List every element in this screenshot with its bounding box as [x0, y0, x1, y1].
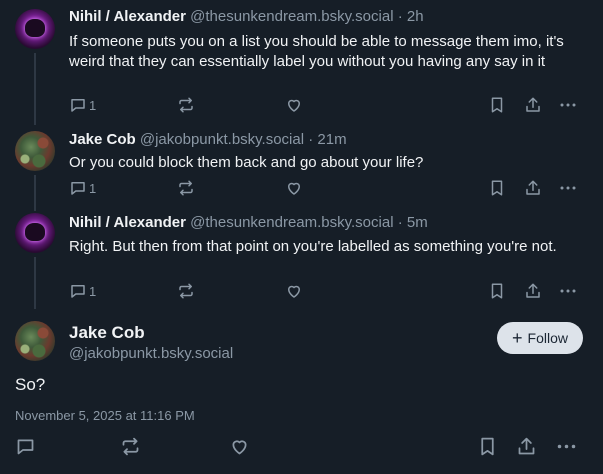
- reply-button[interactable]: 1: [69, 282, 96, 300]
- bookmark-icon: [491, 180, 503, 196]
- bookmark-icon: [481, 437, 494, 456]
- repost-icon: [179, 97, 193, 113]
- avatar[interactable]: [15, 213, 55, 253]
- bookmark-icon: [491, 283, 503, 299]
- like-button[interactable]: [285, 96, 303, 114]
- thread-line: [34, 53, 36, 125]
- bookmark-icon: [491, 97, 503, 113]
- repost-button[interactable]: [177, 96, 195, 114]
- author-name[interactable]: Nihil / Alexander: [69, 8, 186, 25]
- post-time[interactable]: · 2h: [398, 8, 424, 25]
- more-icon: [557, 444, 576, 449]
- author-name[interactable]: Nihil / Alexander: [69, 214, 186, 231]
- post-header: Jake Cob @jakobpunkt.bsky.social · 21m: [69, 131, 347, 148]
- reply-count: 1: [89, 97, 97, 113]
- like-button[interactable]: [285, 179, 303, 197]
- plus-icon: +: [512, 328, 523, 348]
- bookmark-button[interactable]: [488, 96, 506, 114]
- share-button[interactable]: [524, 96, 542, 114]
- thread-line: [34, 175, 36, 211]
- reply-button[interactable]: 1: [69, 96, 96, 114]
- more-icon: [560, 103, 576, 107]
- avatar[interactable]: [15, 9, 55, 49]
- post-header: Nihil / Alexander @thesunkendream.bsky.s…: [69, 8, 424, 25]
- like-icon: [288, 99, 300, 112]
- post-time[interactable]: · 21m: [308, 131, 346, 148]
- share-icon: [526, 283, 540, 298]
- share-button[interactable]: [524, 282, 542, 300]
- reply-icon: [17, 439, 34, 455]
- more-icon: [560, 186, 576, 190]
- reply-icon: [71, 99, 85, 112]
- like-button[interactable]: [285, 282, 303, 300]
- like-button[interactable]: [229, 436, 250, 457]
- author-handle[interactable]: @thesunkendream.bsky.social: [190, 8, 393, 25]
- author-handle[interactable]: @jakobpunkt.bsky.social: [69, 345, 233, 362]
- repost-icon: [122, 437, 139, 456]
- reply-button[interactable]: 1: [69, 179, 96, 197]
- follow-label: Follow: [527, 330, 568, 346]
- like-icon: [288, 285, 300, 298]
- author-handle[interactable]: @thesunkendream.bsky.social: [190, 214, 393, 231]
- post-text: Right. But then from that point on you'r…: [69, 238, 557, 255]
- author-name[interactable]: Jake Cob: [69, 131, 136, 148]
- bookmark-button[interactable]: [488, 179, 506, 197]
- reply-button[interactable]: [15, 436, 36, 457]
- reply-icon: [71, 182, 85, 195]
- author-handle[interactable]: @jakobpunkt.bsky.social: [140, 131, 304, 148]
- share-icon: [518, 437, 535, 455]
- post-text: So?: [15, 375, 46, 394]
- repost-icon: [179, 180, 193, 196]
- repost-icon: [179, 283, 193, 299]
- share-icon: [526, 180, 540, 195]
- share-button[interactable]: [524, 179, 542, 197]
- post-time[interactable]: · 5m: [398, 214, 428, 231]
- share-button[interactable]: [516, 436, 537, 457]
- bookmark-button[interactable]: [477, 436, 498, 457]
- bookmark-button[interactable]: [488, 282, 506, 300]
- reply-count: 1: [89, 283, 97, 299]
- like-icon: [288, 182, 300, 195]
- like-icon: [232, 440, 247, 455]
- author-name[interactable]: Jake Cob: [69, 323, 145, 343]
- thread-line: [34, 257, 36, 309]
- more-button[interactable]: [556, 436, 577, 457]
- follow-button[interactable]: + Follow: [497, 322, 583, 354]
- more-button[interactable]: [559, 179, 577, 197]
- more-button[interactable]: [559, 282, 577, 300]
- more-button[interactable]: [559, 96, 577, 114]
- post-text: If someone puts you on a list you should…: [69, 33, 564, 70]
- avatar[interactable]: [15, 321, 55, 361]
- post-text: Or you could block them back and go abou…: [69, 154, 424, 171]
- repost-button[interactable]: [177, 282, 195, 300]
- repost-button[interactable]: [177, 179, 195, 197]
- avatar[interactable]: [15, 131, 55, 171]
- more-icon: [560, 289, 576, 293]
- reply-icon: [71, 285, 85, 298]
- share-icon: [526, 97, 540, 112]
- post-timestamp[interactable]: November 5, 2025 at 11:16 PM: [15, 408, 195, 423]
- repost-button[interactable]: [120, 436, 141, 457]
- post-header: Nihil / Alexander @thesunkendream.bsky.s…: [69, 214, 428, 231]
- reply-count: 1: [89, 180, 97, 196]
